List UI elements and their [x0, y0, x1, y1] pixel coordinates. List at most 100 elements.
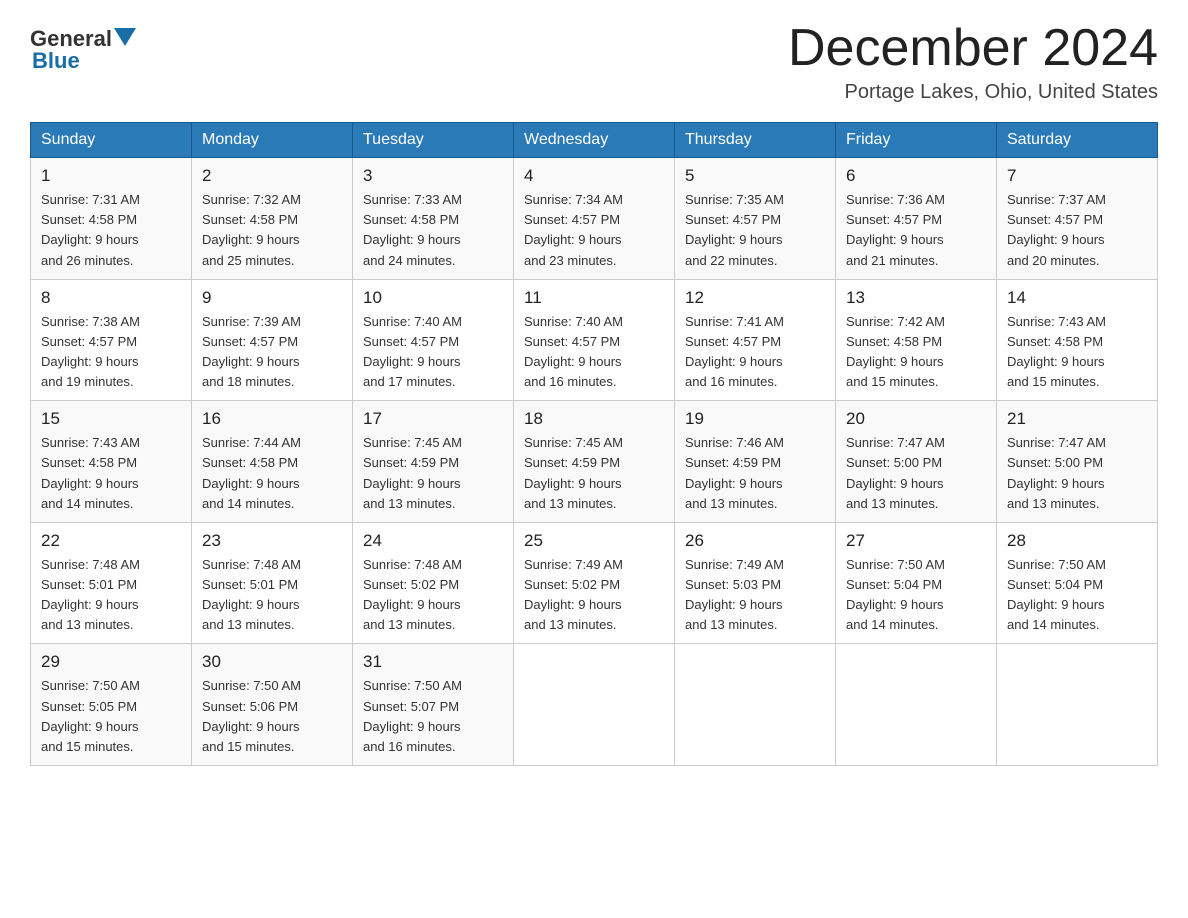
calendar-cell: 14Sunrise: 7:43 AMSunset: 4:58 PMDayligh…	[997, 279, 1158, 401]
logo-triangle-icon	[114, 28, 136, 46]
calendar-cell: 6 Sunrise: 7:36 AMSunset: 4:57 PMDaylight…	[836, 158, 997, 280]
calendar-cell: 4 Sunrise: 7:34 AMSunset: 4:57 PMDaylight…	[514, 158, 675, 280]
day-number: 26	[685, 531, 825, 551]
column-header-wednesday: Wednesday	[514, 123, 675, 158]
day-number: 27	[846, 531, 986, 551]
day-info: Sunrise: 7:50 AMSunset: 5:04 PMDaylight:…	[1007, 555, 1147, 636]
day-number: 24	[363, 531, 503, 551]
day-number: 18	[524, 409, 664, 429]
day-number: 21	[1007, 409, 1147, 429]
calendar-cell	[997, 644, 1158, 766]
day-number: 13	[846, 288, 986, 308]
day-number: 23	[202, 531, 342, 551]
calendar-cell: 27 Sunrise: 7:50 AMSunset: 5:04 PMDayligh…	[836, 522, 997, 644]
day-info: Sunrise: 7:50 AMSunset: 5:07 PMDaylight:…	[363, 676, 503, 757]
day-number: 31	[363, 652, 503, 672]
day-number: 3	[363, 166, 503, 186]
page-header: General Blue December 2024 Portage Lakes…	[30, 20, 1158, 104]
day-number: 1	[41, 166, 181, 186]
day-info: Sunrise: 7:48 AMSunset: 5:01 PMDaylight:…	[41, 555, 181, 636]
calendar-week-row: 22Sunrise: 7:48 AMSunset: 5:01 PMDayligh…	[31, 522, 1158, 644]
calendar-cell	[514, 644, 675, 766]
day-number: 4	[524, 166, 664, 186]
calendar-cell: 8 Sunrise: 7:38 AMSunset: 4:57 PMDaylight…	[31, 279, 192, 401]
calendar-cell: 2Sunrise: 7:32 AMSunset: 4:58 PMDaylight…	[192, 158, 353, 280]
day-info: Sunrise: 7:50 AMSunset: 5:04 PMDaylight:…	[846, 555, 986, 636]
calendar-cell: 17Sunrise: 7:45 AMSunset: 4:59 PMDayligh…	[353, 401, 514, 523]
day-number: 19	[685, 409, 825, 429]
day-number: 12	[685, 288, 825, 308]
calendar-cell: 13 Sunrise: 7:42 AMSunset: 4:58 PMDayligh…	[836, 279, 997, 401]
day-info: Sunrise: 7:50 AMSunset: 5:06 PMDaylight:…	[202, 676, 342, 757]
day-info: Sunrise: 7:49 AMSunset: 5:03 PMDaylight:…	[685, 555, 825, 636]
calendar-cell: 26 Sunrise: 7:49 AMSunset: 5:03 PMDayligh…	[675, 522, 836, 644]
column-header-monday: Monday	[192, 123, 353, 158]
day-info: Sunrise: 7:38 AMSunset: 4:57 PMDaylight:…	[41, 312, 181, 393]
logo: General Blue	[30, 26, 136, 74]
calendar-cell: 5 Sunrise: 7:35 AMSunset: 4:57 PMDaylight…	[675, 158, 836, 280]
day-info: Sunrise: 7:39 AMSunset: 4:57 PMDaylight:…	[202, 312, 342, 393]
day-info: Sunrise: 7:40 AMSunset: 4:57 PMDaylight:…	[524, 312, 664, 393]
column-header-thursday: Thursday	[675, 123, 836, 158]
day-number: 8	[41, 288, 181, 308]
day-info: Sunrise: 7:41 AMSunset: 4:57 PMDaylight:…	[685, 312, 825, 393]
calendar-table: SundayMondayTuesdayWednesdayThursdayFrid…	[30, 122, 1158, 766]
day-number: 6	[846, 166, 986, 186]
day-number: 15	[41, 409, 181, 429]
title-section: December 2024 Portage Lakes, Ohio, Unite…	[788, 20, 1158, 104]
day-info: Sunrise: 7:47 AMSunset: 5:00 PMDaylight:…	[1007, 433, 1147, 514]
day-info: Sunrise: 7:49 AMSunset: 5:02 PMDaylight:…	[524, 555, 664, 636]
day-number: 20	[846, 409, 986, 429]
day-number: 28	[1007, 531, 1147, 551]
calendar-cell: 1Sunrise: 7:31 AMSunset: 4:58 PMDaylight…	[31, 158, 192, 280]
calendar-week-row: 1Sunrise: 7:31 AMSunset: 4:58 PMDaylight…	[31, 158, 1158, 280]
day-info: Sunrise: 7:47 AMSunset: 5:00 PMDaylight:…	[846, 433, 986, 514]
day-number: 10	[363, 288, 503, 308]
calendar-cell: 20 Sunrise: 7:47 AMSunset: 5:00 PMDayligh…	[836, 401, 997, 523]
day-number: 9	[202, 288, 342, 308]
day-number: 16	[202, 409, 342, 429]
day-info: Sunrise: 7:43 AMSunset: 4:58 PMDaylight:…	[41, 433, 181, 514]
day-info: Sunrise: 7:44 AMSunset: 4:58 PMDaylight:…	[202, 433, 342, 514]
calendar-cell: 7Sunrise: 7:37 AMSunset: 4:57 PMDaylight…	[997, 158, 1158, 280]
logo-blue-text: Blue	[32, 48, 80, 74]
calendar-cell: 10Sunrise: 7:40 AMSunset: 4:57 PMDayligh…	[353, 279, 514, 401]
calendar-cell: 12 Sunrise: 7:41 AMSunset: 4:57 PMDayligh…	[675, 279, 836, 401]
calendar-cell	[836, 644, 997, 766]
day-info: Sunrise: 7:45 AMSunset: 4:59 PMDaylight:…	[524, 433, 664, 514]
calendar-cell: 28 Sunrise: 7:50 AMSunset: 5:04 PMDayligh…	[997, 522, 1158, 644]
page-subtitle: Portage Lakes, Ohio, United States	[788, 81, 1158, 104]
day-info: Sunrise: 7:46 AMSunset: 4:59 PMDaylight:…	[685, 433, 825, 514]
calendar-cell: 9 Sunrise: 7:39 AMSunset: 4:57 PMDaylight…	[192, 279, 353, 401]
column-header-tuesday: Tuesday	[353, 123, 514, 158]
calendar-cell: 18 Sunrise: 7:45 AMSunset: 4:59 PMDayligh…	[514, 401, 675, 523]
calendar-cell: 31 Sunrise: 7:50 AMSunset: 5:07 PMDayligh…	[353, 644, 514, 766]
day-number: 5	[685, 166, 825, 186]
calendar-cell: 30 Sunrise: 7:50 AMSunset: 5:06 PMDayligh…	[192, 644, 353, 766]
calendar-header-row: SundayMondayTuesdayWednesdayThursdayFrid…	[31, 123, 1158, 158]
calendar-cell: 23 Sunrise: 7:48 AMSunset: 5:01 PMDayligh…	[192, 522, 353, 644]
day-info: Sunrise: 7:48 AMSunset: 5:01 PMDaylight:…	[202, 555, 342, 636]
day-info: Sunrise: 7:42 AMSunset: 4:58 PMDaylight:…	[846, 312, 986, 393]
day-info: Sunrise: 7:34 AMSunset: 4:57 PMDaylight:…	[524, 190, 664, 271]
day-info: Sunrise: 7:37 AMSunset: 4:57 PMDaylight:…	[1007, 190, 1147, 271]
calendar-cell: 16 Sunrise: 7:44 AMSunset: 4:58 PMDayligh…	[192, 401, 353, 523]
day-info: Sunrise: 7:50 AMSunset: 5:05 PMDaylight:…	[41, 676, 181, 757]
calendar-cell: 3 Sunrise: 7:33 AMSunset: 4:58 PMDaylight…	[353, 158, 514, 280]
column-header-saturday: Saturday	[997, 123, 1158, 158]
calendar-week-row: 8 Sunrise: 7:38 AMSunset: 4:57 PMDaylight…	[31, 279, 1158, 401]
page-title: December 2024	[788, 20, 1158, 77]
calendar-cell: 21 Sunrise: 7:47 AMSunset: 5:00 PMDayligh…	[997, 401, 1158, 523]
day-info: Sunrise: 7:36 AMSunset: 4:57 PMDaylight:…	[846, 190, 986, 271]
day-info: Sunrise: 7:33 AMSunset: 4:58 PMDaylight:…	[363, 190, 503, 271]
calendar-cell: 29Sunrise: 7:50 AMSunset: 5:05 PMDayligh…	[31, 644, 192, 766]
calendar-cell: 19 Sunrise: 7:46 AMSunset: 4:59 PMDayligh…	[675, 401, 836, 523]
day-info: Sunrise: 7:48 AMSunset: 5:02 PMDaylight:…	[363, 555, 503, 636]
column-header-friday: Friday	[836, 123, 997, 158]
calendar-cell: 24 Sunrise: 7:48 AMSunset: 5:02 PMDayligh…	[353, 522, 514, 644]
day-info: Sunrise: 7:32 AMSunset: 4:58 PMDaylight:…	[202, 190, 342, 271]
day-info: Sunrise: 7:35 AMSunset: 4:57 PMDaylight:…	[685, 190, 825, 271]
day-number: 30	[202, 652, 342, 672]
day-number: 25	[524, 531, 664, 551]
calendar-cell: 11Sunrise: 7:40 AMSunset: 4:57 PMDayligh…	[514, 279, 675, 401]
